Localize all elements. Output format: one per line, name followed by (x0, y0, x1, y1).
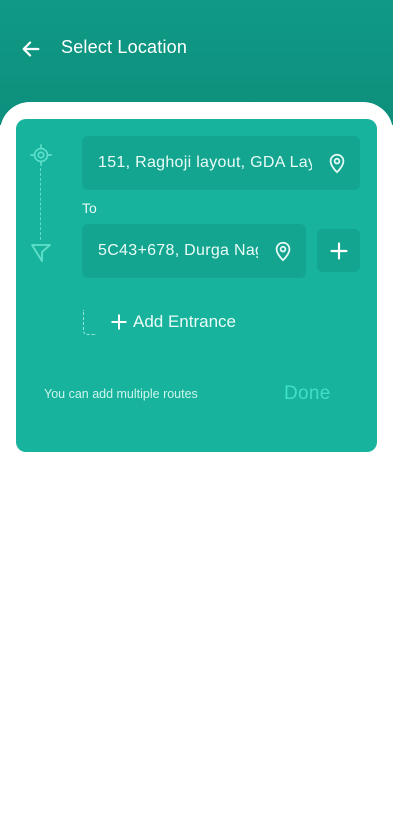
to-location-value: 5C43+678, Durga Nagar (98, 242, 258, 259)
multiple-routes-hint: You can add multiple routes (44, 387, 198, 401)
plus-icon (111, 314, 127, 330)
add-entrance-label: Add Entrance (133, 312, 237, 331)
from-location-value: 151, Raghoji layout, GDA Layout (98, 154, 312, 171)
to-label: To (82, 200, 97, 216)
current-location-icon (30, 144, 52, 166)
back-button[interactable] (18, 36, 44, 62)
entrance-connector (83, 310, 96, 335)
location-pin-icon[interactable] (326, 152, 348, 174)
plus-icon (329, 241, 348, 260)
to-location-field[interactable]: 5C43+678, Durga Nagar (82, 224, 306, 278)
from-location-field[interactable]: 151, Raghoji layout, GDA Layout (82, 136, 360, 190)
add-stop-button[interactable] (317, 229, 360, 272)
destination-flag-icon (31, 244, 51, 262)
add-entrance-button[interactable]: Add Entrance (110, 312, 236, 332)
arrow-left-icon (22, 41, 40, 57)
route-connector-line (40, 168, 41, 240)
page-title: Select Location (61, 37, 188, 57)
location-pin-icon[interactable] (272, 240, 294, 262)
done-button[interactable]: Done (284, 383, 331, 405)
